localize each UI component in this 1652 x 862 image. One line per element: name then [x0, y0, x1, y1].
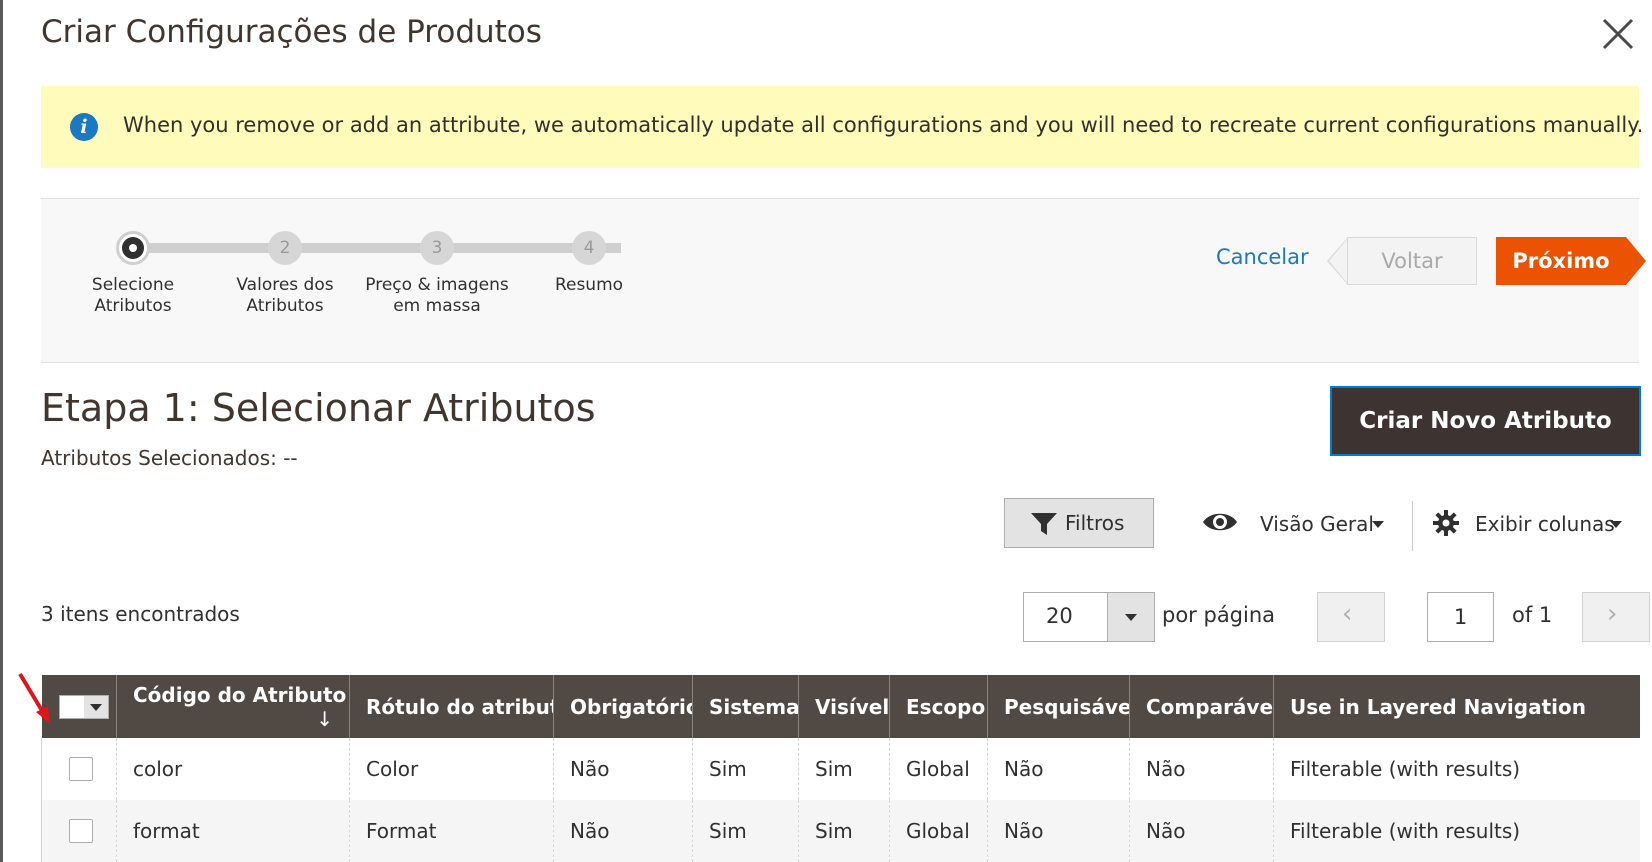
table-cell: Sim — [692, 738, 799, 800]
records-found: 3 itens encontrados — [41, 602, 240, 626]
per-page-value: 20 — [1046, 604, 1073, 628]
column-header-scope[interactable]: Escopo — [889, 675, 988, 738]
table-cell: Filterable (with results) — [1273, 738, 1640, 800]
page-edge — [0, 0, 3, 862]
row-checkbox[interactable] — [69, 757, 93, 781]
column-header-required[interactable]: Obrigatório — [553, 675, 693, 738]
table-row[interactable]: format Format Não Sim Sim Global Não Não… — [41, 800, 1640, 862]
grid-header-row: Código do Atributo ↓ Rótulo do atributo O… — [41, 675, 1640, 738]
column-header-searchable[interactable]: Pesquisável — [987, 675, 1130, 738]
step-marker-active — [116, 231, 150, 265]
column-header-layered-nav[interactable]: Use in Layered Navigation — [1273, 675, 1640, 738]
step-label: Preço & imagens em massa — [365, 275, 509, 316]
table-cell: Sim — [798, 800, 890, 862]
step-number: 2 — [268, 231, 302, 265]
chevron-down-icon[interactable] — [1107, 593, 1154, 641]
chevron-down-icon — [1610, 521, 1622, 528]
table-cell: Sim — [692, 800, 799, 862]
per-page-label: por página — [1162, 603, 1276, 627]
step-title: Etapa 1: Selecionar Atributos — [41, 386, 596, 430]
back-button[interactable]: Voltar — [1347, 237, 1477, 285]
modal-title: Criar Configurações de Produtos — [41, 14, 542, 50]
total-pages: of 1 — [1512, 603, 1553, 627]
select-all-checkbox[interactable] — [59, 695, 82, 718]
table-cell: Global — [889, 738, 988, 800]
table-cell: Global — [889, 800, 988, 862]
table-cell: Filterable (with results) — [1273, 800, 1640, 862]
back-button-arrow-fill — [1329, 238, 1348, 284]
annotation-arrow-icon — [18, 672, 50, 724]
create-attribute-button[interactable]: Criar Novo Atributo — [1330, 386, 1641, 456]
row-checkbox[interactable] — [69, 819, 93, 843]
next-page-button[interactable]: › — [1582, 592, 1650, 642]
column-header-label[interactable]: Rótulo do atributo — [349, 675, 554, 738]
column-header-system[interactable]: Sistema — [692, 675, 799, 738]
gear-icon — [1433, 510, 1459, 536]
progress-line — [141, 243, 621, 253]
notice-banner: i When you remove or add an attribute, w… — [41, 86, 1643, 168]
toolbar-divider — [1412, 501, 1413, 551]
sort-arrow-icon: ↓ — [316, 706, 333, 731]
step-label: Selecione Atributos — [91, 275, 175, 316]
table-cell: Color — [349, 738, 554, 800]
view-label: Visão Geral — [1260, 512, 1374, 536]
columns-label: Exibir colunas — [1475, 512, 1615, 536]
filters-label: Filtros — [1065, 511, 1125, 535]
next-button-arrow[interactable] — [1626, 237, 1646, 285]
notice-text: When you remove or add an attribute, we … — [123, 113, 1644, 137]
next-button[interactable]: Próximo — [1496, 237, 1626, 285]
row-select-cell — [41, 738, 117, 800]
table-row[interactable]: color Color Não Sim Sim Global Não Não F… — [41, 738, 1640, 800]
eye-icon — [1203, 513, 1237, 531]
table-cell: format — [116, 800, 350, 862]
table-cell: Não — [1129, 800, 1274, 862]
filters-button[interactable]: Filtros — [1004, 498, 1154, 548]
column-header-visible[interactable]: Visível — [798, 675, 890, 738]
column-header-comparable[interactable]: Comparável — [1129, 675, 1274, 738]
row-select-cell — [41, 800, 117, 862]
table-cell: Não — [987, 738, 1130, 800]
table-cell: Não — [1129, 738, 1274, 800]
previous-page-button[interactable]: ‹ — [1317, 592, 1385, 642]
step-number: 4 — [572, 231, 606, 265]
attributes-grid: Código do Atributo ↓ Rótulo do atributo O… — [41, 675, 1640, 862]
step-number: 3 — [420, 231, 454, 265]
close-icon[interactable] — [1598, 14, 1638, 54]
page-number-input[interactable]: 1 — [1427, 592, 1494, 642]
selected-attributes: Atributos Selecionados: -- — [41, 446, 298, 470]
chevron-down-icon[interactable] — [83, 695, 108, 718]
per-page-select[interactable]: 20 — [1023, 592, 1155, 642]
table-cell: Não — [553, 738, 693, 800]
table-cell: Format — [349, 800, 554, 862]
info-icon: i — [70, 113, 98, 141]
table-cell: Não — [553, 800, 693, 862]
funnel-icon — [1031, 513, 1057, 535]
cancel-button[interactable]: Cancelar — [1216, 245, 1309, 269]
column-header-code[interactable]: Código do Atributo ↓ — [116, 675, 350, 738]
table-cell: Sim — [798, 738, 890, 800]
chevron-left-icon: ‹ — [1342, 599, 1353, 629]
table-cell: Não — [987, 800, 1130, 862]
chevron-down-icon — [1372, 521, 1384, 528]
mass-select-dropdown[interactable] — [58, 694, 109, 719]
step-label: Valores dos Atributos — [236, 275, 334, 316]
chevron-right-icon: › — [1607, 599, 1618, 629]
wizard-progress: Selecione Atributos 2 Valores dos Atribu… — [41, 198, 1646, 363]
table-cell: color — [116, 738, 350, 800]
step-label: Resumo — [554, 275, 624, 295]
